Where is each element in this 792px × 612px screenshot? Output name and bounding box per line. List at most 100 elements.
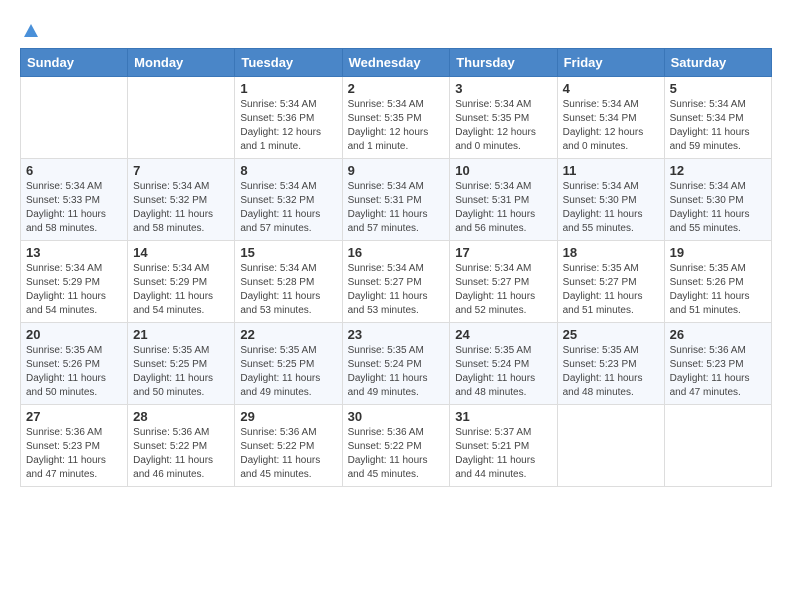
logo-text xyxy=(20,20,40,40)
calendar-cell: 10 Sunrise: 5:34 AMSunset: 5:31 PMDayligh… xyxy=(450,158,557,240)
cell-content: Sunrise: 5:34 AMSunset: 5:36 PMDaylight:… xyxy=(240,98,336,154)
day-number: 29 xyxy=(240,409,336,424)
day-number: 17 xyxy=(455,245,551,260)
calendar-cell: 22 Sunrise: 5:35 AMSunset: 5:25 PMDayligh… xyxy=(235,322,342,404)
cell-content: Sunrise: 5:35 AMSunset: 5:25 PMDaylight:… xyxy=(240,344,336,400)
calendar-cell: 28 Sunrise: 5:36 AMSunset: 5:22 PMDayligh… xyxy=(128,404,235,486)
cell-content: Sunrise: 5:34 AMSunset: 5:27 PMDaylight:… xyxy=(455,262,551,318)
day-number: 10 xyxy=(455,163,551,178)
calendar-cell: 12 Sunrise: 5:34 AMSunset: 5:30 PMDayligh… xyxy=(664,158,771,240)
cell-content: Sunrise: 5:34 AMSunset: 5:35 PMDaylight:… xyxy=(455,98,551,154)
cell-content: Sunrise: 5:34 AMSunset: 5:31 PMDaylight:… xyxy=(455,180,551,236)
cell-content: Sunrise: 5:34 AMSunset: 5:34 PMDaylight:… xyxy=(563,98,659,154)
day-number: 21 xyxy=(133,327,229,342)
day-number: 31 xyxy=(455,409,551,424)
day-number: 6 xyxy=(26,163,122,178)
day-number: 15 xyxy=(240,245,336,260)
calendar-cell: 25Sunrise: 5:35 AMSunset: 5:23 PMDayligh… xyxy=(557,322,664,404)
cell-content: Sunrise: 5:34 AMSunset: 5:27 PMDaylight:… xyxy=(348,262,445,318)
cell-content: Sunrise: 5:34 AMSunset: 5:28 PMDaylight:… xyxy=(240,262,336,318)
cell-content: Sunrise: 5:35 AMSunset: 5:23 PMDaylight:… xyxy=(563,344,659,400)
day-number: 23 xyxy=(348,327,445,342)
calendar-cell: 14Sunrise: 5:34 AMSunset: 5:29 PMDayligh… xyxy=(128,240,235,322)
cell-content: Sunrise: 5:35 AMSunset: 5:27 PMDaylight:… xyxy=(563,262,659,318)
calendar-week-5: 27 Sunrise: 5:36 AMSunset: 5:23 PMDayligh… xyxy=(21,404,772,486)
weekday-header-sunday: Sunday xyxy=(21,48,128,76)
day-number: 2 xyxy=(348,81,445,96)
calendar-week-3: 13 Sunrise: 5:34 AMSunset: 5:29 PMDayligh… xyxy=(21,240,772,322)
calendar-cell: 18 Sunrise: 5:35 AMSunset: 5:27 PMDayligh… xyxy=(557,240,664,322)
cell-content: Sunrise: 5:34 AMSunset: 5:35 PMDaylight:… xyxy=(348,98,445,154)
calendar-cell: 7 Sunrise: 5:34 AMSunset: 5:32 PMDaylight… xyxy=(128,158,235,240)
weekday-header-wednesday: Wednesday xyxy=(342,48,450,76)
day-number: 12 xyxy=(670,163,766,178)
cell-content: Sunrise: 5:34 AMSunset: 5:34 PMDaylight:… xyxy=(670,98,766,154)
day-number: 8 xyxy=(240,163,336,178)
day-number: 9 xyxy=(348,163,445,178)
calendar-cell: 30 Sunrise: 5:36 AMSunset: 5:22 PMDayligh… xyxy=(342,404,450,486)
weekday-header-saturday: Saturday xyxy=(664,48,771,76)
calendar-cell: 9 Sunrise: 5:34 AMSunset: 5:31 PMDaylight… xyxy=(342,158,450,240)
day-number: 18 xyxy=(563,245,659,260)
calendar-cell: 3 Sunrise: 5:34 AMSunset: 5:35 PMDaylight… xyxy=(450,76,557,158)
calendar-cell xyxy=(664,404,771,486)
calendar-cell: 27 Sunrise: 5:36 AMSunset: 5:23 PMDayligh… xyxy=(21,404,128,486)
day-number: 30 xyxy=(348,409,445,424)
day-number: 27 xyxy=(26,409,122,424)
calendar-cell: 17 Sunrise: 5:34 AMSunset: 5:27 PMDayligh… xyxy=(450,240,557,322)
cell-content: Sunrise: 5:36 AMSunset: 5:23 PMDaylight:… xyxy=(26,426,122,482)
calendar-cell: 19 Sunrise: 5:35 AMSunset: 5:26 PMDayligh… xyxy=(664,240,771,322)
cell-content: Sunrise: 5:35 AMSunset: 5:24 PMDaylight:… xyxy=(455,344,551,400)
weekday-header-monday: Monday xyxy=(128,48,235,76)
day-number: 13 xyxy=(26,245,122,260)
cell-content: Sunrise: 5:35 AMSunset: 5:26 PMDaylight:… xyxy=(26,344,122,400)
day-number: 26 xyxy=(670,327,766,342)
calendar-cell xyxy=(557,404,664,486)
cell-content: Sunrise: 5:35 AMSunset: 5:25 PMDaylight:… xyxy=(133,344,229,400)
cell-content: Sunrise: 5:34 AMSunset: 5:32 PMDaylight:… xyxy=(133,180,229,236)
cell-content: Sunrise: 5:34 AMSunset: 5:30 PMDaylight:… xyxy=(670,180,766,236)
calendar-cell: 5Sunrise: 5:34 AMSunset: 5:34 PMDaylight… xyxy=(664,76,771,158)
logo xyxy=(20,20,40,38)
calendar-cell: 4 Sunrise: 5:34 AMSunset: 5:34 PMDaylight… xyxy=(557,76,664,158)
weekday-header-friday: Friday xyxy=(557,48,664,76)
cell-content: Sunrise: 5:35 AMSunset: 5:26 PMDaylight:… xyxy=(670,262,766,318)
cell-content: Sunrise: 5:34 AMSunset: 5:31 PMDaylight:… xyxy=(348,180,445,236)
calendar-cell: 2 Sunrise: 5:34 AMSunset: 5:35 PMDaylight… xyxy=(342,76,450,158)
weekday-header-tuesday: Tuesday xyxy=(235,48,342,76)
logo-icon xyxy=(22,21,40,39)
calendar-cell: 23 Sunrise: 5:35 AMSunset: 5:24 PMDayligh… xyxy=(342,322,450,404)
cell-content: Sunrise: 5:36 AMSunset: 5:22 PMDaylight:… xyxy=(348,426,445,482)
cell-content: Sunrise: 5:34 AMSunset: 5:29 PMDaylight:… xyxy=(133,262,229,318)
calendar-week-2: 6Sunrise: 5:34 AMSunset: 5:33 PMDaylight… xyxy=(21,158,772,240)
page-header xyxy=(20,20,772,38)
calendar-cell: 11Sunrise: 5:34 AMSunset: 5:30 PMDayligh… xyxy=(557,158,664,240)
calendar-week-1: 1Sunrise: 5:34 AMSunset: 5:36 PMDaylight… xyxy=(21,76,772,158)
calendar-table: SundayMondayTuesdayWednesdayThursdayFrid… xyxy=(20,48,772,487)
cell-content: Sunrise: 5:36 AMSunset: 5:22 PMDaylight:… xyxy=(240,426,336,482)
day-number: 24 xyxy=(455,327,551,342)
cell-content: Sunrise: 5:36 AMSunset: 5:23 PMDaylight:… xyxy=(670,344,766,400)
calendar-cell: 13 Sunrise: 5:34 AMSunset: 5:29 PMDayligh… xyxy=(21,240,128,322)
cell-content: Sunrise: 5:35 AMSunset: 5:24 PMDaylight:… xyxy=(348,344,445,400)
day-number: 19 xyxy=(670,245,766,260)
cell-content: Sunrise: 5:36 AMSunset: 5:22 PMDaylight:… xyxy=(133,426,229,482)
calendar-header-row: SundayMondayTuesdayWednesdayThursdayFrid… xyxy=(21,48,772,76)
calendar-cell: 6Sunrise: 5:34 AMSunset: 5:33 PMDaylight… xyxy=(21,158,128,240)
cell-content: Sunrise: 5:34 AMSunset: 5:29 PMDaylight:… xyxy=(26,262,122,318)
calendar-cell: 29 Sunrise: 5:36 AMSunset: 5:22 PMDayligh… xyxy=(235,404,342,486)
day-number: 16 xyxy=(348,245,445,260)
day-number: 11 xyxy=(563,163,659,178)
day-number: 7 xyxy=(133,163,229,178)
day-number: 3 xyxy=(455,81,551,96)
day-number: 28 xyxy=(133,409,229,424)
cell-content: Sunrise: 5:37 AMSunset: 5:21 PMDaylight:… xyxy=(455,426,551,482)
calendar-cell: 21 Sunrise: 5:35 AMSunset: 5:25 PMDayligh… xyxy=(128,322,235,404)
day-number: 22 xyxy=(240,327,336,342)
day-number: 20 xyxy=(26,327,122,342)
calendar-cell: 1Sunrise: 5:34 AMSunset: 5:36 PMDaylight… xyxy=(235,76,342,158)
calendar-cell xyxy=(128,76,235,158)
calendar-cell xyxy=(21,76,128,158)
day-number: 4 xyxy=(563,81,659,96)
calendar-cell: 8Sunrise: 5:34 AMSunset: 5:32 PMDaylight… xyxy=(235,158,342,240)
